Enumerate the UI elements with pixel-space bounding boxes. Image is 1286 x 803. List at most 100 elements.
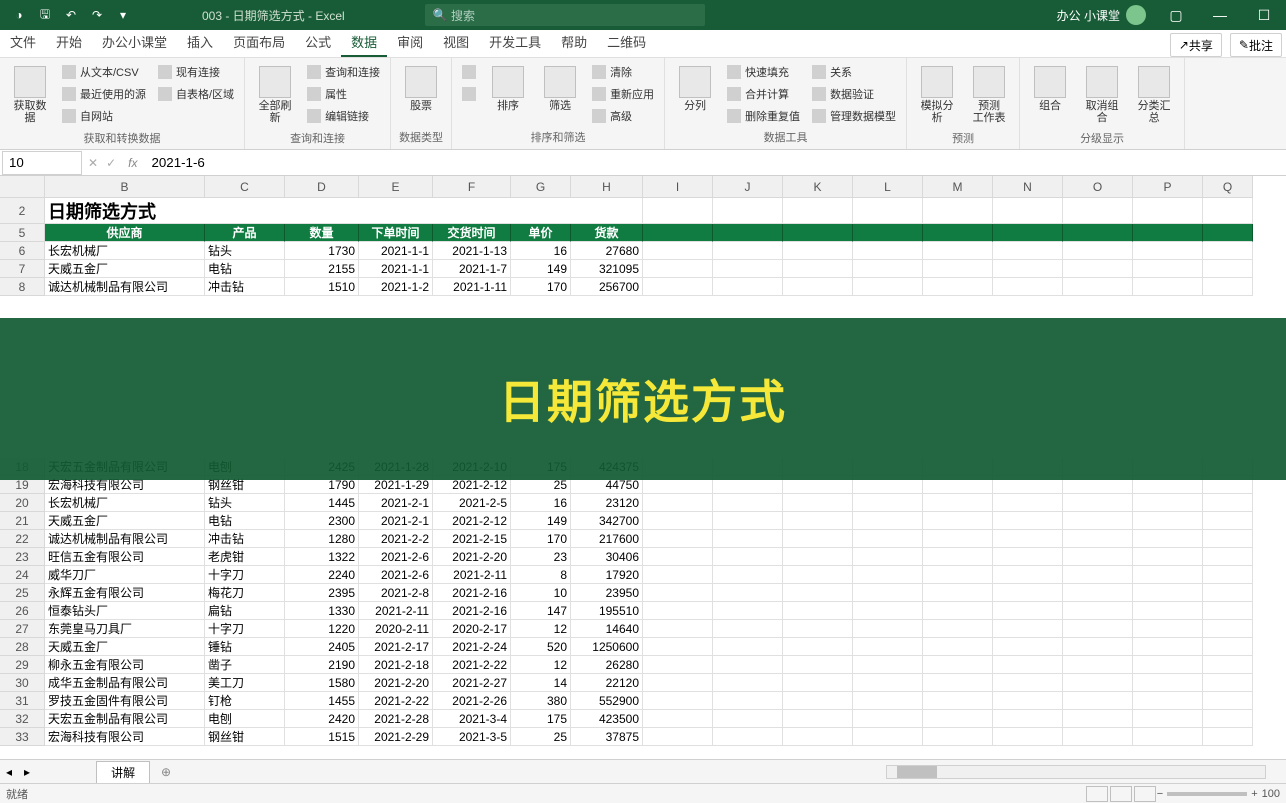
zoom-out-icon[interactable]: − [1157, 788, 1163, 800]
row-header-5[interactable]: 5 [0, 224, 45, 242]
cell[interactable] [993, 620, 1063, 638]
cell[interactable] [993, 566, 1063, 584]
cell[interactable]: 342700 [571, 512, 643, 530]
cell[interactable]: 23950 [571, 584, 643, 602]
cell[interactable] [1203, 548, 1253, 566]
cell[interactable] [1133, 728, 1203, 746]
cell[interactable]: 老虎钳 [205, 548, 285, 566]
cell[interactable] [923, 656, 993, 674]
cell[interactable] [1133, 692, 1203, 710]
cell[interactable] [643, 710, 713, 728]
sheet-nav-next-icon[interactable]: ▸ [18, 765, 36, 779]
cell[interactable] [993, 728, 1063, 746]
cell[interactable] [713, 692, 783, 710]
cell[interactable]: 8 [511, 566, 571, 584]
cell[interactable]: 37875 [571, 728, 643, 746]
col-header-L[interactable]: L [853, 176, 923, 198]
ribbon-options-icon[interactable]: ▢ [1154, 0, 1198, 30]
name-box[interactable] [2, 151, 82, 175]
cell[interactable]: 16 [511, 242, 571, 260]
cell[interactable]: 2021-2-26 [433, 692, 511, 710]
cell[interactable]: 电钻 [205, 260, 285, 278]
ribbon-排序[interactable]: 排序 [484, 62, 532, 127]
cell[interactable] [993, 638, 1063, 656]
cell[interactable] [1063, 224, 1133, 242]
cell[interactable] [923, 494, 993, 512]
ribbon-预测工作表[interactable]: 预测工作表 [965, 62, 1013, 128]
sheet-nav-prev-icon[interactable]: ◂ [0, 765, 18, 779]
cell[interactable]: 23 [511, 548, 571, 566]
cell[interactable] [1063, 620, 1133, 638]
cell[interactable]: 诚达机械制品有限公司 [45, 530, 205, 548]
cell[interactable] [783, 638, 853, 656]
cell[interactable]: 2021-2-16 [433, 584, 511, 602]
cell[interactable] [783, 728, 853, 746]
col-header-I[interactable]: I [643, 176, 713, 198]
cell[interactable] [783, 278, 853, 296]
cell[interactable]: 27680 [571, 242, 643, 260]
cell[interactable]: 货款 [571, 224, 643, 242]
cell[interactable] [643, 674, 713, 692]
cell[interactable] [1133, 224, 1203, 242]
cell[interactable] [853, 512, 923, 530]
zoom-in-icon[interactable]: + [1251, 788, 1257, 800]
cell[interactable] [783, 566, 853, 584]
cell[interactable]: 1330 [285, 602, 359, 620]
cell[interactable]: 2021-2-1 [359, 494, 433, 512]
cell[interactable]: 2021-2-20 [359, 674, 433, 692]
cell[interactable]: 2021-2-5 [433, 494, 511, 512]
cell[interactable]: 东莞皇马刀具厂 [45, 620, 205, 638]
cell[interactable]: 旺信五金有限公司 [45, 548, 205, 566]
cell[interactable] [993, 198, 1063, 224]
cell[interactable]: 产品 [205, 224, 285, 242]
cell[interactable] [853, 638, 923, 656]
ribbon-分类汇总[interactable]: 分类汇总 [1130, 62, 1178, 128]
cell[interactable]: 14640 [571, 620, 643, 638]
zoom-slider[interactable] [1167, 792, 1247, 796]
cell[interactable]: 30406 [571, 548, 643, 566]
cell[interactable] [1133, 566, 1203, 584]
cell[interactable]: 2021-2-24 [433, 638, 511, 656]
cell[interactable] [923, 260, 993, 278]
cell[interactable]: 520 [511, 638, 571, 656]
cell[interactable] [853, 602, 923, 620]
tab-页面布局[interactable]: 页面布局 [223, 29, 295, 57]
row-header-2[interactable]: 2 [0, 198, 45, 224]
ribbon-分列[interactable]: 分列 [671, 62, 719, 127]
cell[interactable] [993, 224, 1063, 242]
cell[interactable] [1203, 566, 1253, 584]
cell[interactable] [923, 224, 993, 242]
row-header-27[interactable]: 27 [0, 620, 45, 638]
cell[interactable] [1063, 584, 1133, 602]
ribbon-自表格/区域[interactable]: 自表格/区域 [154, 84, 238, 104]
cell[interactable] [643, 242, 713, 260]
cell[interactable]: 423500 [571, 710, 643, 728]
cell[interactable] [1063, 260, 1133, 278]
row-header-23[interactable]: 23 [0, 548, 45, 566]
col-header-M[interactable]: M [923, 176, 993, 198]
col-header-P[interactable]: P [1133, 176, 1203, 198]
cell[interactable]: 2021-2-6 [359, 566, 433, 584]
ribbon-关系[interactable]: 关系 [808, 62, 900, 82]
cell[interactable] [1203, 710, 1253, 728]
cell[interactable]: 2021-3-5 [433, 728, 511, 746]
cell[interactable]: 170 [511, 530, 571, 548]
row-header-6[interactable]: 6 [0, 242, 45, 260]
col-header-H[interactable]: H [571, 176, 643, 198]
cell[interactable] [923, 548, 993, 566]
cell[interactable] [1063, 198, 1133, 224]
cell[interactable]: 1220 [285, 620, 359, 638]
cell[interactable] [1133, 638, 1203, 656]
cell[interactable] [643, 620, 713, 638]
cell[interactable] [1203, 692, 1253, 710]
cell[interactable] [643, 530, 713, 548]
undo-icon[interactable]: ↶ [62, 6, 80, 24]
cell[interactable] [1133, 548, 1203, 566]
cell[interactable]: 2021-1-7 [433, 260, 511, 278]
cell[interactable] [1203, 620, 1253, 638]
cell[interactable]: 10 [511, 584, 571, 602]
cell[interactable]: 十字刀 [205, 620, 285, 638]
cell[interactable] [643, 602, 713, 620]
cell[interactable] [853, 278, 923, 296]
cell[interactable] [1133, 584, 1203, 602]
